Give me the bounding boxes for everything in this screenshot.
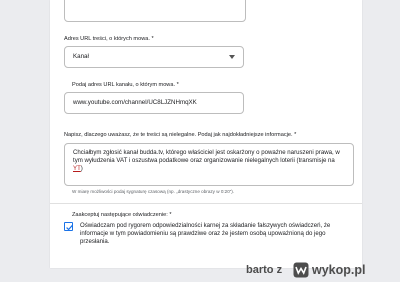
url-type-select[interactable]: Kanał (64, 46, 244, 68)
channel-url-input[interactable]: www.youtube.com/channel/UC8LJZNHmqXK (64, 92, 244, 114)
url-type-value: Kanał (73, 53, 89, 60)
watermark-brand: wykop.pl (312, 263, 366, 277)
checkmark-icon (66, 224, 73, 231)
reason-text-highlight: YT (73, 165, 81, 172)
channel-url-label: Podaj adres URL kanału, o którym mowa. * (72, 82, 179, 88)
report-form-card: Adres URL treści, o których mowa. * Kana… (50, 0, 362, 268)
channel-url-value: www.youtube.com/channel/UC8LJZNHmqXK (73, 99, 197, 106)
accept-checkbox[interactable] (64, 222, 73, 231)
url-type-label: Adres URL treści, o których mowa. * (64, 36, 154, 42)
reason-label: Napisz, dlaczego uważasz, że te treści s… (64, 132, 297, 138)
wykop-logo-icon (293, 262, 309, 278)
chevron-down-icon (229, 55, 235, 59)
section-divider (50, 203, 362, 204)
reason-hint: W miarę możliwości podaj sygnaturę czaso… (72, 189, 235, 194)
watermark-user: barto z (246, 264, 283, 276)
reason-textarea[interactable]: Chciałbym zgłosić kanał budda.tv, któreg… (64, 143, 354, 186)
reason-text: Chciałbym zgłosić kanał budda.tv, któreg… (73, 149, 340, 172)
accept-label: Zaakceptuj następujące oświadczenie: * (72, 212, 172, 218)
accept-statement: Oświadczam pod rygorem odpowiedzialności… (80, 222, 331, 246)
previous-field-box[interactable] (64, 0, 246, 22)
